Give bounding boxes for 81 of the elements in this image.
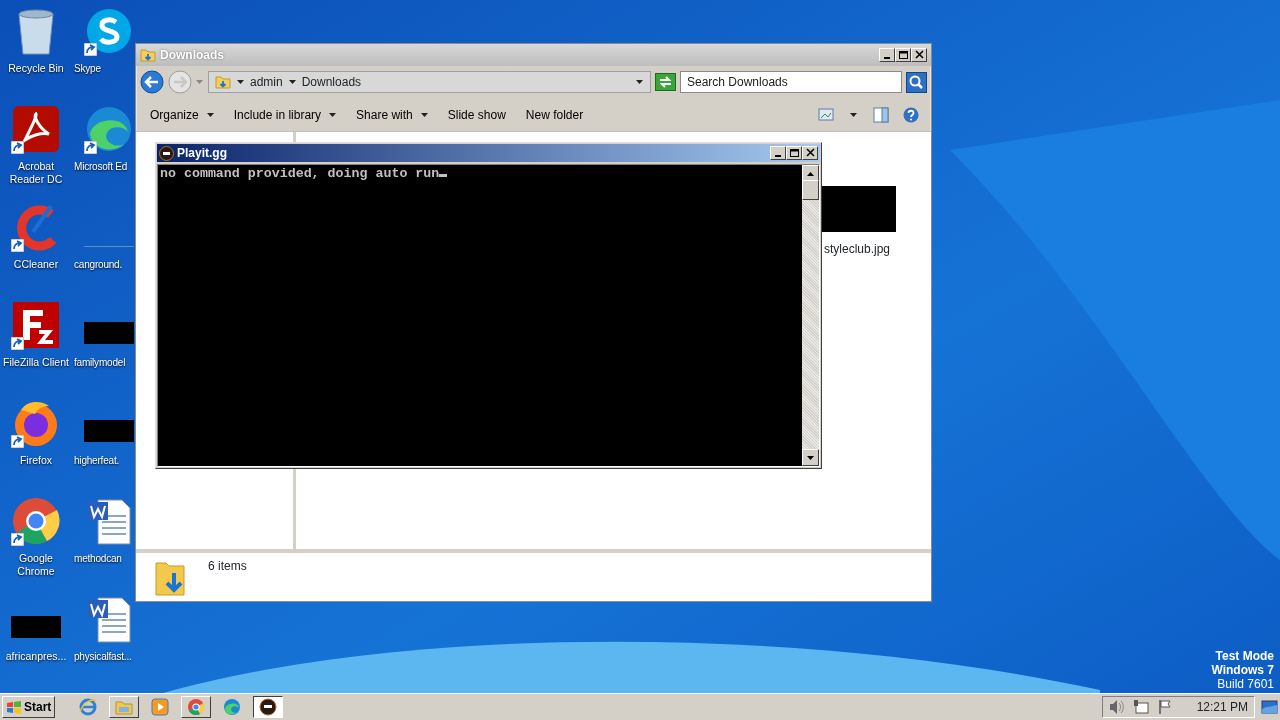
start-button[interactable]: Start [2,696,56,718]
watermark-text: Test Mode [1214,649,1274,663]
refresh-button[interactable] [655,73,676,91]
search-field[interactable]: Search Downloads [680,71,902,93]
media-player-icon [151,698,170,716]
icon-label[interactable]: africanpres... [0,650,72,663]
windows-logo-icon [6,699,22,715]
icon-label[interactable]: Google Chrome [0,552,72,578]
scroll-thumb[interactable] [802,180,819,200]
up-arrow-icon [807,171,814,176]
filezilla-icon[interactable] [11,300,61,350]
clock[interactable]: 12:21 PM [1196,698,1248,716]
icon-label[interactable]: Recycle Bin [0,62,72,75]
taskbar-button[interactable] [253,696,284,718]
icon-label[interactable]: higherfeat. [74,454,120,467]
icon-label[interactable]: physicalfast... [74,650,132,663]
pdf-icon[interactable] [11,104,61,154]
icon-label[interactable]: Firefox [0,454,72,467]
folder-icon [215,74,231,90]
icon-label[interactable]: Microsoft Ed [74,160,128,173]
search-button[interactable] [906,71,927,93]
maximize-icon [788,148,800,158]
file-name[interactable]: styleclub.jpg [823,240,890,258]
app-icon [259,698,278,716]
watermark-text: Windows 7 [1211,663,1274,677]
close-button[interactable] [802,146,818,160]
item-count: 6 items [208,558,247,575]
minimize-button[interactable] [770,146,786,160]
window-title: Downloads [160,47,224,64]
maximize-button[interactable] [895,48,911,62]
minimize-button[interactable] [879,48,895,62]
console-line: no command provided, doing auto run [160,167,800,181]
volume-icon[interactable] [1108,699,1125,715]
chrome-icon [187,698,206,716]
icon-label[interactable]: familymodel [74,356,126,369]
toolbar-button[interactable]: Include in library [225,102,345,127]
caret-icon[interactable] [237,80,244,84]
network-icon[interactable] [1132,699,1149,715]
address-bar[interactable]: admin Downloads [208,71,651,93]
breadcrumb-item[interactable]: admin [250,73,283,91]
minimize-icon [884,57,890,59]
breadcrumb-item[interactable]: Downloads [301,73,362,91]
close-icon [913,50,925,60]
edge-icon [223,698,242,716]
show-desktop-button[interactable] [1261,699,1278,715]
toolbar-button[interactable]: Slide show [439,102,514,127]
scrollbar[interactable] [802,165,819,466]
folder-icon [140,47,156,63]
down-arrow-icon [807,455,814,460]
minimize-icon [775,155,781,157]
toolbar-button[interactable]: Organize [142,102,222,127]
watermark-text: Build 7601 [1216,677,1274,691]
caret-icon[interactable] [850,112,857,117]
back-button[interactable] [140,70,164,94]
close-button[interactable] [911,48,927,62]
flag-icon[interactable] [1156,699,1173,715]
caret-icon[interactable] [636,79,644,85]
icon-label[interactable]: Skype [74,62,101,75]
help-icon[interactable] [903,106,919,123]
toolbar-button[interactable]: New folder [517,102,592,127]
toolbar-button[interactable]: Share with [348,102,436,127]
browser-icon [79,698,98,716]
icon-label[interactable]: methodcan [74,552,122,565]
caret-icon[interactable] [288,80,296,84]
chrome-icon[interactable] [11,496,61,546]
window-title: Playit.gg [177,145,227,162]
text-cursor [439,174,448,177]
close-icon [804,148,816,158]
app-icon [159,145,174,161]
skype-icon[interactable] [84,6,134,56]
maximize-button[interactable] [786,146,802,160]
icon-label[interactable]: canground. [74,258,123,271]
folder-icon [115,698,134,716]
icon-label[interactable]: Acrobat Reader DC [0,160,72,186]
icon-label[interactable]: CCleaner [0,258,72,271]
edge-icon[interactable] [84,104,134,154]
preview-pane-button[interactable] [873,106,889,123]
scroll-down-button[interactable] [802,449,819,466]
icon-label[interactable]: FileZilla Client [0,356,72,369]
view-options-button[interactable] [818,106,834,123]
maximize-icon [897,50,909,60]
